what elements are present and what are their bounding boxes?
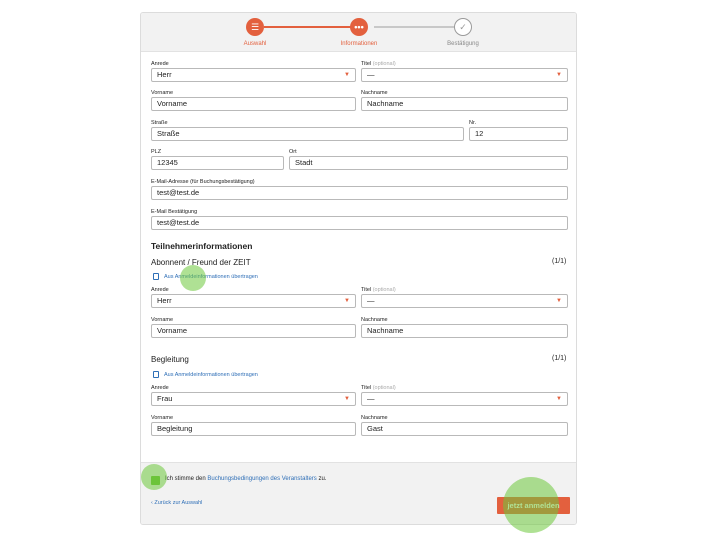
- vorname-label: Vorname: [151, 90, 174, 96]
- titel-value: —: [367, 70, 375, 79]
- p1-titel-label: Titel (optional): [361, 287, 396, 293]
- participants-heading: Teilnehmerinformationen: [151, 241, 253, 251]
- chevron-down-icon: ▼: [556, 396, 562, 402]
- p1-vorname-field[interactable]: Vorname: [151, 324, 356, 338]
- p2-vorname-label: Vorname: [151, 415, 174, 421]
- list-icon: ☰: [246, 18, 264, 36]
- participant-2-title: Begleitung: [151, 355, 189, 364]
- strasse-label: Straße: [151, 120, 168, 126]
- check-icon: ✓: [454, 18, 472, 36]
- back-link[interactable]: ‹ Zurück zur Auswahl: [151, 500, 202, 506]
- step-label: Auswahl: [243, 41, 267, 47]
- vorname-field[interactable]: Vorname: [151, 97, 356, 111]
- info-icon: •••: [350, 18, 368, 36]
- booking-card: ☰ Auswahl ••• Informationen ✓ Bestätigun…: [140, 12, 577, 525]
- nr-label: Nr.: [469, 120, 477, 126]
- terms-checkbox[interactable]: [151, 476, 160, 485]
- p2-vorname-field[interactable]: Begleitung: [151, 422, 356, 436]
- p1-anrede-select[interactable]: Herr ▼: [151, 294, 356, 308]
- p2-titel-label: Titel (optional): [361, 385, 396, 391]
- participant-1-title: Abonnent / Freund der ZEIT: [151, 258, 251, 267]
- participant-2-count: (1/1): [552, 355, 567, 362]
- p2-nachname-label: Nachname: [361, 415, 388, 421]
- p2-titel-value: —: [367, 394, 375, 403]
- p1-anrede-value: Herr: [157, 296, 172, 305]
- terms-link[interactable]: Buchungsbedingungen des Veranstalters: [207, 476, 316, 482]
- email-confirm-field[interactable]: test@test.de: [151, 216, 568, 230]
- p2-titel-select[interactable]: — ▼: [361, 392, 568, 406]
- nr-field[interactable]: 12: [469, 127, 568, 141]
- chevron-down-icon: ▼: [556, 72, 562, 78]
- email-label: E-Mail-Adresse (für Buchungsbestätigung): [151, 179, 255, 185]
- p2-anrede-value: Frau: [157, 394, 173, 403]
- p2-anrede-select[interactable]: Frau ▼: [151, 392, 356, 406]
- p2-nachname-field[interactable]: Gast: [361, 422, 568, 436]
- chevron-down-icon: ▼: [344, 396, 350, 402]
- p1-nachname-label: Nachname: [361, 317, 388, 323]
- p1-nachname-field[interactable]: Nachname: [361, 324, 568, 338]
- step-auswahl[interactable]: ☰ Auswahl: [215, 18, 295, 47]
- p2-anrede-label: Anrede: [151, 385, 169, 391]
- clipboard-icon: [153, 371, 159, 378]
- p1-vorname-label: Vorname: [151, 317, 174, 323]
- titel-select[interactable]: — ▼: [361, 68, 568, 82]
- p1-anrede-label: Anrede: [151, 287, 169, 293]
- submit-button[interactable]: jetzt anmelden: [497, 497, 570, 514]
- strasse-field[interactable]: Straße: [151, 127, 464, 141]
- step-label: Informationen: [340, 41, 378, 47]
- titel-label: Titel (optional): [361, 61, 396, 67]
- ort-label: Ort: [289, 149, 297, 155]
- p1-titel-select[interactable]: — ▼: [361, 294, 568, 308]
- form-footer: Ich stimme den Buchungsbedingungen des V…: [141, 462, 576, 524]
- email-field[interactable]: test@test.de: [151, 186, 568, 200]
- terms-text: Ich stimme den Buchungsbedingungen des V…: [165, 476, 327, 482]
- ort-field[interactable]: Stadt: [289, 156, 568, 170]
- chevron-down-icon: ▼: [556, 298, 562, 304]
- participant-1-count: (1/1): [552, 258, 567, 265]
- anrede-select[interactable]: Herr ▼: [151, 68, 356, 82]
- chevron-down-icon: ▼: [344, 72, 350, 78]
- p1-titel-value: —: [367, 296, 375, 305]
- copy-info-link-1[interactable]: Aus Anmeldeinformationen übertragen: [153, 273, 258, 280]
- anrede-value: Herr: [157, 70, 172, 79]
- plz-field[interactable]: 12345: [151, 156, 284, 170]
- step-informationen: ••• Informationen: [319, 18, 399, 47]
- nachname-field[interactable]: Nachname: [361, 97, 568, 111]
- step-bestaetigung: ✓ Bestätigung: [423, 18, 503, 47]
- clipboard-icon: [153, 273, 159, 280]
- anrede-label: Anrede: [151, 61, 169, 67]
- progress-stepper: ☰ Auswahl ••• Informationen ✓ Bestätigun…: [141, 13, 576, 52]
- nachname-label: Nachname: [361, 90, 388, 96]
- email-confirm-label: E-Mail Bestätigung: [151, 209, 198, 215]
- step-label: Bestätigung: [447, 41, 479, 47]
- chevron-down-icon: ▼: [344, 298, 350, 304]
- plz-label: PLZ: [151, 149, 162, 155]
- copy-info-link-2[interactable]: Aus Anmeldeinformationen übertragen: [153, 371, 258, 378]
